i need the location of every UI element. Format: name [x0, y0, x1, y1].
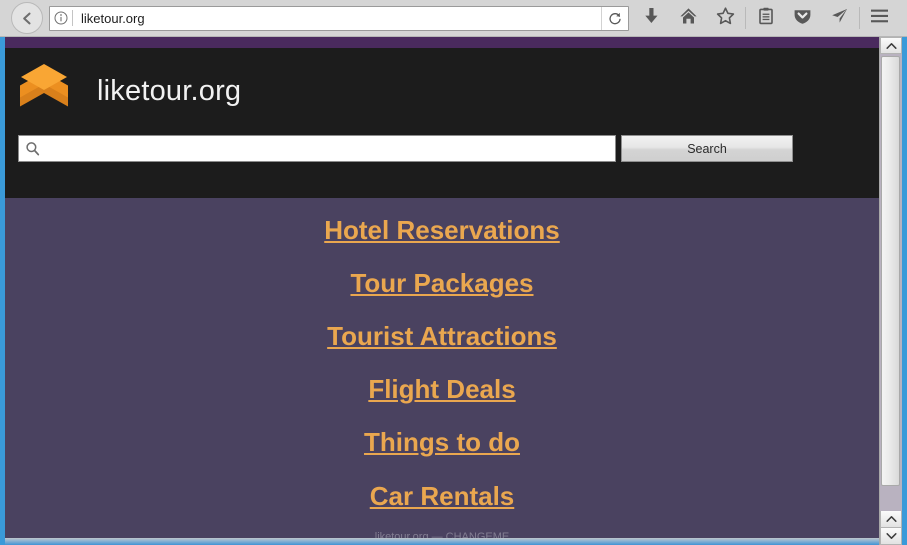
- scrollbar-down-arrow[interactable]: [880, 528, 902, 545]
- toolbar-separator: [859, 7, 860, 29]
- search-magnifier-icon: [19, 141, 45, 156]
- stacked-hexagon-logo-icon: [15, 60, 73, 122]
- url-text[interactable]: liketour.org: [73, 7, 601, 30]
- scrollbar-track[interactable]: [880, 54, 902, 511]
- scrollbar-thumb[interactable]: [881, 56, 900, 486]
- info-circle-icon[interactable]: [50, 11, 72, 25]
- search-field[interactable]: [18, 135, 616, 162]
- search-button[interactable]: Search: [621, 135, 793, 162]
- page-viewport: liketour.org Search Hotel Reservations T: [5, 37, 879, 545]
- chevron-down-icon: [885, 527, 897, 545]
- scrollbar-arrow-group: [880, 511, 902, 545]
- link-hotel-reservations[interactable]: Hotel Reservations: [5, 215, 879, 245]
- link-travel-guide[interactable]: Travel Guide: [5, 534, 879, 545]
- link-things-to-do[interactable]: Things to do: [5, 428, 879, 457]
- browser-toolbar: liketour.org: [0, 0, 907, 37]
- link-car-rentals[interactable]: Car Rentals: [5, 481, 879, 511]
- browser-window: liketour.org liketour.org Search Hotel R…: [0, 0, 907, 545]
- brand-row: liketour.org: [5, 48, 879, 118]
- link-tour-packages[interactable]: Tour Packages: [5, 268, 879, 298]
- send-tab-icon: [830, 7, 849, 30]
- back-arrow-icon: [19, 10, 36, 27]
- back-button[interactable]: [11, 2, 43, 34]
- link-flight-deals[interactable]: Flight Deals: [5, 375, 879, 404]
- home-icon: [679, 7, 698, 30]
- library-icon: [758, 7, 774, 30]
- pocket-button[interactable]: [784, 0, 821, 37]
- toolbar-separator: [745, 7, 746, 29]
- top-accent-band: [5, 37, 879, 48]
- reload-button[interactable]: [601, 6, 628, 30]
- home-button[interactable]: [670, 0, 707, 37]
- menu-button[interactable]: [861, 0, 898, 37]
- site-title: liketour.org: [97, 74, 242, 107]
- link-tourist-attractions[interactable]: Tourist Attractions: [5, 322, 879, 351]
- chevron-up-icon: [885, 37, 897, 55]
- search-row: Search: [5, 118, 879, 162]
- hamburger-menu-icon: [870, 8, 889, 29]
- bookmark-button[interactable]: [707, 0, 744, 37]
- scrollbar-up-arrow-top[interactable]: [880, 37, 902, 54]
- send-tab-button[interactable]: [821, 0, 858, 37]
- downloads-button[interactable]: [633, 0, 670, 37]
- url-bar[interactable]: liketour.org: [49, 5, 629, 31]
- scrollbar-up-arrow-bottom[interactable]: [880, 511, 902, 528]
- downloads-icon: [643, 7, 660, 30]
- site-header: liketour.org Search: [5, 48, 879, 198]
- page-scrollbar[interactable]: [879, 37, 902, 545]
- search-input[interactable]: [45, 137, 615, 160]
- link-list: Hotel Reservations Tour Packages Tourist…: [5, 198, 879, 545]
- pocket-shield-icon: [793, 7, 812, 30]
- chevron-up-icon: [885, 510, 897, 528]
- bookmark-star-icon: [716, 6, 735, 30]
- library-button[interactable]: [747, 0, 784, 37]
